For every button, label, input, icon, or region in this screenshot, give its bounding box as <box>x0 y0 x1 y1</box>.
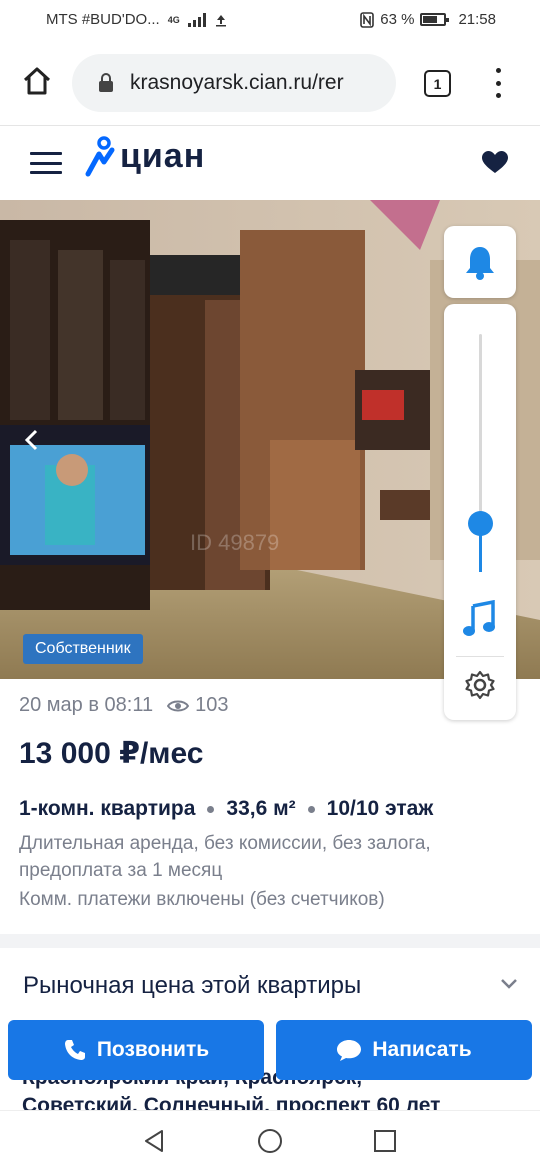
separator-dot <box>307 805 315 813</box>
site-header: циан <box>0 126 540 200</box>
eye-icon <box>167 700 190 711</box>
volume-slider-thumb[interactable] <box>468 511 493 536</box>
system-nav-bar <box>0 1110 540 1170</box>
market-price-section[interactable]: Рыночная цена этой квартиры <box>0 948 540 1024</box>
hamburger-menu-icon[interactable] <box>30 152 62 174</box>
listing-summary: 1-комн. квартира 33,6 м² 10/10 этаж <box>19 797 433 821</box>
nfc-icon <box>360 11 375 28</box>
market-price-title: Рыночная цена этой квартиры <box>23 972 362 999</box>
volume-panel-divider <box>456 656 504 657</box>
recent-apps-square-icon[interactable] <box>374 1130 396 1152</box>
svg-text:ID 49879: ID 49879 <box>190 530 279 555</box>
ring-mode-button[interactable] <box>444 226 516 298</box>
listing-price: 13 000 ₽/мес <box>19 737 204 770</box>
rooms: 1-комн. квартира <box>19 797 196 820</box>
phone-icon <box>64 1040 85 1060</box>
logo-text: циан <box>120 136 206 175</box>
carrier-name: MTS #BUD'DO... <box>46 11 160 28</box>
signal-icon <box>187 12 206 27</box>
floor: 10/10 этаж <box>326 797 434 820</box>
favorites-heart-icon[interactable] <box>482 151 508 174</box>
previous-photo-chevron-icon[interactable] <box>22 428 42 452</box>
message-button[interactable]: Написать <box>276 1020 532 1080</box>
views-number: 103 <box>195 694 229 716</box>
area: 33,6 м² <box>226 797 296 820</box>
home-circle-icon[interactable] <box>258 1129 282 1153</box>
music-note-icon[interactable] <box>462 600 498 638</box>
section-divider <box>0 934 540 948</box>
owner-badge: Собственник <box>23 634 143 664</box>
message-button-label: Написать <box>372 1038 472 1061</box>
battery-percent: 63 % <box>380 11 415 28</box>
url-text: krasnoyarsk.cian.ru/rer <box>130 71 344 94</box>
cian-logo[interactable]: циан <box>84 134 205 178</box>
chevron-down-icon <box>501 979 517 989</box>
status-bar: MTS #BUD'DO... 4G 63 % 21:58 <box>0 0 540 40</box>
battery-icon <box>420 13 450 26</box>
browser-toolbar: krasnoyarsk.cian.ru/rer 1 <box>0 40 540 126</box>
logo-mark-icon <box>85 136 115 177</box>
tab-switcher-button[interactable]: 1 <box>424 70 451 97</box>
call-button-label: Позвонить <box>96 1038 210 1061</box>
call-button[interactable]: Позвонить <box>8 1020 264 1080</box>
overflow-menu-icon[interactable] <box>490 68 506 98</box>
views-count: 103 <box>167 694 228 717</box>
publish-date: 20 мар в 08:11 <box>19 694 154 716</box>
chat-bubble-icon <box>337 1040 362 1061</box>
listing-meta: 20 мар в 08:11 103 <box>19 694 228 717</box>
bell-icon <box>466 247 494 280</box>
back-triangle-icon[interactable] <box>143 1129 165 1153</box>
volume-slider-card <box>444 304 516 720</box>
terms-line-1: Длительная аренда, без комиссии, без зал… <box>19 833 431 854</box>
home-icon[interactable] <box>20 64 54 98</box>
address-bar[interactable]: krasnoyarsk.cian.ru/rer <box>72 54 396 112</box>
volume-panel <box>444 226 516 720</box>
terms-line-2: предоплата за 1 месяц <box>19 860 223 881</box>
lock-icon <box>99 73 113 92</box>
utilities-info: Комм. платежи включены (без счетчиков) <box>19 889 385 910</box>
upload-icon <box>215 14 226 26</box>
clock: 21:58 <box>458 11 496 28</box>
rental-terms: Длительная аренда, без комиссии, без зал… <box>19 830 489 884</box>
gear-icon[interactable] <box>465 670 495 700</box>
network-type: 4G <box>167 14 180 25</box>
separator-dot <box>207 805 215 813</box>
